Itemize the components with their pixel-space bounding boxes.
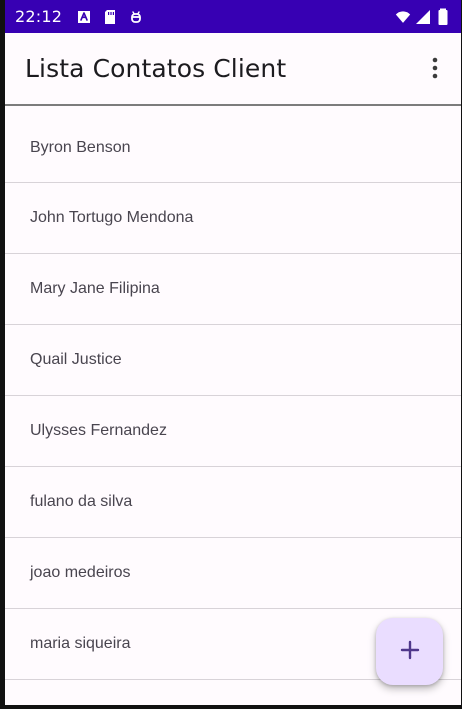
signal-icon — [415, 9, 431, 25]
contact-list-item-1[interactable]: Byron Benson — [5, 113, 461, 183]
page-title: Lista Contatos Client — [25, 54, 287, 83]
contact-list-item-6[interactable]: fulano da silva — [5, 467, 461, 538]
wifi-icon — [395, 9, 411, 25]
contact-list: Byron Benson John Tortugo Mendona Mary J… — [5, 113, 461, 680]
contact-list-item-2[interactable]: John Tortugo Mendona — [5, 183, 461, 254]
plus-icon — [399, 639, 421, 664]
sd-card-icon — [102, 9, 118, 25]
contact-list-item-3[interactable]: Mary Jane Filipina — [5, 254, 461, 325]
contact-name: Quail Justice — [30, 351, 122, 368]
device-frame: 22:12 Lista Contatos Client Byron Benson… — [0, 0, 462, 709]
contact-name: fulano da silva — [30, 493, 133, 510]
contact-name: Byron Benson — [30, 138, 131, 156]
overflow-menu-button[interactable] — [421, 55, 449, 83]
contact-name: joao medeiros — [30, 564, 131, 581]
battery-icon — [435, 8, 451, 25]
android-icon — [128, 9, 144, 25]
contact-name: maria siqueira — [30, 635, 131, 652]
contact-list-item-5[interactable]: Ulysses Fernandez — [5, 396, 461, 467]
contact-list-item-4[interactable]: Quail Justice — [5, 325, 461, 396]
more-vertical-icon — [431, 57, 439, 82]
status-right — [395, 8, 451, 25]
contact-name: Mary Jane Filipina — [30, 280, 160, 297]
status-left: 22:12 — [15, 7, 144, 26]
status-bar: 22:12 — [5, 0, 461, 33]
contact-name: John Tortugo Mendona — [30, 209, 194, 226]
contact-list-item-7[interactable]: joao medeiros — [5, 538, 461, 609]
a-box-icon — [76, 9, 92, 25]
add-contact-fab[interactable] — [376, 618, 443, 685]
status-time: 22:12 — [15, 7, 63, 26]
contact-name: Ulysses Fernandez — [30, 422, 167, 439]
app-bar: Lista Contatos Client — [5, 33, 461, 106]
